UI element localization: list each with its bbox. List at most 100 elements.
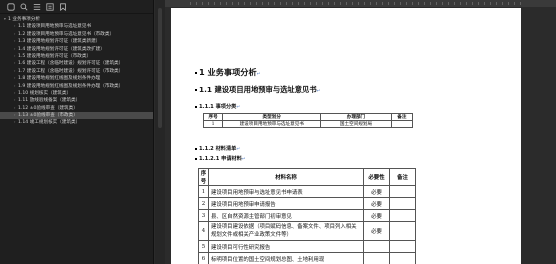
heading-1-text: 1 业务事项分析 [199, 67, 257, 77]
outline-item[interactable]: › 1.11 放线验线备案（建筑类） [0, 97, 153, 104]
heading-marker [195, 157, 197, 160]
heading-marker [195, 89, 197, 91]
outline-item-label: 1.14 竣工规划核实（建筑类） [18, 120, 81, 126]
document-page[interactable]: 1 业务事项分析↵ 1.1 建设项目用地预审与选址意见书↵ 1.1.1 事项分类… [171, 8, 521, 264]
sidebar-scrollbar[interactable] [155, 0, 165, 264]
table-cell[interactable]: 6 [198, 252, 209, 264]
table-cell[interactable]: 国土空间规划局 [320, 120, 392, 128]
heading-marker [195, 71, 197, 74]
outline-item-label: 1.4 建设用地规划许可证（建筑类改扩建） [18, 46, 105, 52]
table-cell[interactable]: 4 [198, 221, 209, 241]
outline-item[interactable]: › 1.1 建设项目用地预审与选址意见书 [0, 23, 153, 30]
heading-4-text: 1.1.2.1 申请材料 [199, 156, 242, 162]
heading-2-text: 1.1 建设项目用地预审与选址意见书 [199, 85, 317, 94]
bookmark-icon[interactable] [58, 2, 67, 11]
table-header-cell[interactable]: 材料名称 [208, 168, 364, 186]
outline-item-label: 1.9 建设用地规划红线图及规划条件办理（市政类） [18, 83, 124, 89]
table-cell[interactable] [389, 185, 416, 198]
outline-sidebar: ▾ 1 业务事项分析 › 1.1 建设项目用地预审与选址意见书 › 1.2 建设项目用… [0, 0, 154, 264]
outline-item[interactable]: › 1.2 建设项目用地预审与选址意见书（市政类） [0, 31, 153, 38]
materials-table[interactable]: 序号 材料名称 必要性 备注 1 建设项目用地预审与选址意见书申请表 必要 2 … [198, 168, 416, 264]
table-cell[interactable]: 3 [198, 209, 209, 222]
outline-item-label: 1.10 规划核实（建筑类） [18, 90, 72, 96]
table-cell[interactable]: 建设项目建设依据（项目赋码信息、备案文件、项目列入相关规划文件或相关产业政策文件… [208, 221, 364, 241]
table-header-cell[interactable]: 序号 [198, 168, 209, 186]
paragraph-mark-icon: ↵ [241, 157, 246, 162]
table-cell[interactable] [389, 240, 416, 253]
table-header-cell[interactable]: 备注 [390, 113, 414, 121]
paragraph-mark-icon: ↵ [236, 147, 241, 152]
table-cell[interactable]: 建设项目可行性研究报告 [208, 240, 364, 253]
table-cell[interactable]: 建设项目用地预审申请报告 [208, 197, 364, 210]
outline-item-selected[interactable]: › 1.13 ±0验线审查（市政类） [0, 112, 153, 120]
table-cell[interactable] [389, 252, 416, 264]
table-cell[interactable]: 县、区自然资源主管部门初审意见 [208, 209, 364, 222]
table-cell[interactable]: 2 [198, 197, 209, 210]
table-cell[interactable]: 必要 [363, 197, 390, 210]
outline-item[interactable]: › 1.12 ±0验线审查（建筑类） [0, 105, 153, 112]
canvas-background [521, 7, 556, 264]
table-cell[interactable]: 建设项目用地预审与选址意见书申请表 [208, 185, 364, 198]
table-row: 3 县、区自然资源主管部门初审意见 必要 [198, 209, 416, 222]
outline-item-label: 1.2 建设项目用地预审与选址意见书（市政类） [18, 31, 115, 37]
outline-item[interactable]: › 1.5 建设用地规划许可证（市政类） [0, 53, 153, 60]
outline-root-item[interactable]: ▾ 1 业务事项分析 [0, 16, 153, 23]
heading-1[interactable]: 1 业务事项分析↵ [195, 66, 260, 78]
outline-icon[interactable] [45, 2, 54, 11]
outline-item-label: 1.8 建设用地规划红线图及规划条件办理 [18, 76, 101, 82]
outline-item-label: 1.7 建设工程（含临时建设）规划许可证（市政类） [18, 68, 124, 74]
scrollbar-thumb[interactable] [158, 8, 162, 128]
outline-item-label: 1.5 建设用地规划许可证（市政类） [18, 53, 92, 59]
table-cell[interactable]: 必要 [363, 209, 390, 222]
table-header-cell[interactable]: 序号 [202, 113, 224, 121]
table-cell[interactable] [363, 252, 390, 264]
outline-item[interactable]: › 1.4 建设用地规划许可证（建筑类改扩建） [0, 46, 153, 53]
outline-item-label: 1.12 ±0验线审查（建筑类） [18, 105, 78, 111]
outline-item[interactable]: › 1.8 建设用地规划红线图及规划条件办理 [0, 75, 153, 82]
table-cell[interactable]: 必要 [363, 221, 390, 241]
ruler-ticks [190, 2, 521, 5]
outline-root-label: 1 业务事项分析 [8, 17, 40, 22]
table-cell[interactable] [389, 197, 416, 210]
table-cell[interactable]: 1 [198, 185, 209, 198]
outline-item[interactable]: › 1.10 规划核实（建筑类） [0, 90, 153, 97]
table-header-cell[interactable]: 备注 [389, 168, 416, 186]
outline-item[interactable]: › 1.7 建设工程（含临时建设）规划许可证（市政类） [0, 68, 153, 75]
table-cell[interactable] [390, 120, 414, 128]
folder-icon[interactable] [6, 2, 15, 11]
outline-tree: ▾ 1 业务事项分析 › 1.1 建设项目用地预审与选址意见书 › 1.2 建设项目用… [0, 14, 153, 127]
table-row: 1 建设项目用地预审与选址意见书 国土空间规划局 [202, 120, 414, 128]
table-cell[interactable] [363, 240, 390, 253]
table-cell[interactable]: 建设项目用地预审与选址意见书 [222, 120, 322, 128]
outline-item[interactable]: › 1.9 建设用地规划红线图及规划条件办理（市政类） [0, 83, 153, 90]
heading-marker [195, 105, 197, 108]
table-cell[interactable] [389, 209, 416, 222]
table-row: 4 建设项目建设依据（项目赋码信息、备案文件、项目列入相关规划文件或相关产业政策… [198, 221, 416, 241]
outline-item-label: 1.11 放线验线备案（建筑类） [18, 98, 81, 104]
table-cell[interactable]: 1 [202, 120, 224, 128]
heading-3-text: 1.1.1 事项分类 [199, 104, 237, 110]
paragraph-mark-icon: ↵ [236, 105, 241, 110]
table-cell[interactable]: 标明项目位置的国土空间规划总图、土地利用现 [208, 252, 364, 264]
table-row: 2 建设项目用地预审申请报告 必要 [198, 197, 416, 210]
table-row: 5 建设项目可行性研究报告 [198, 240, 416, 253]
paragraph-mark-icon: ↵ [316, 89, 321, 94]
outline-item[interactable]: › 1.14 竣工规划核实（建筑类） [0, 119, 153, 126]
list-icon[interactable] [32, 2, 41, 11]
heading-3-materials[interactable]: 1.1.2 材料清单↵ [195, 145, 240, 152]
table-header-cell[interactable]: 办理部门 [320, 113, 392, 121]
heading-2[interactable]: 1.1 建设项目用地预审与选址意见书↵ [195, 85, 320, 95]
table-header-cell[interactable]: 必要性 [363, 168, 390, 186]
table-cell[interactable]: 必要 [363, 185, 390, 198]
table-cell[interactable] [389, 221, 416, 241]
heading-3-category[interactable]: 1.1.1 事项分类↵ [195, 103, 240, 110]
table-header-row: 序号 材料名称 必要性 备注 [198, 168, 416, 186]
outline-item[interactable]: › 1.3 建设用地规划许可证（建筑类新建） [0, 38, 153, 45]
outline-item[interactable]: › 1.6 建设工程（含临时建设）规划许可证（建筑类） [0, 60, 153, 67]
heading-marker [195, 147, 197, 150]
heading-4-apply[interactable]: 1.1.2.1 申请材料↵ [195, 155, 246, 162]
table-cell[interactable]: 5 [198, 240, 209, 253]
category-table[interactable]: 序号 类型划分 办理部门 备注 1 建设项目用地预审与选址意见书 国土空间规划局 [202, 113, 414, 128]
search-icon[interactable] [19, 2, 28, 11]
table-header-cell[interactable]: 类型划分 [222, 113, 322, 121]
